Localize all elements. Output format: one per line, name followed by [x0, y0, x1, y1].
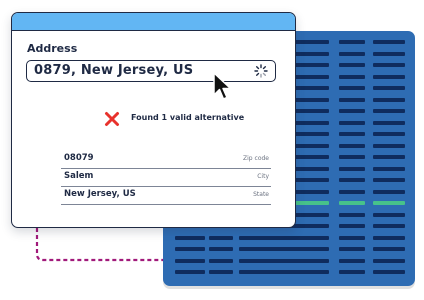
- grid-cell: [209, 247, 233, 251]
- grid-cell: [339, 51, 365, 56]
- grid-cell: [209, 258, 233, 263]
- grid-cell: [373, 212, 405, 217]
- grid-cell: [373, 224, 405, 228]
- grid-cell: [339, 166, 365, 171]
- grid-cell: [175, 270, 205, 274]
- grid-cell: [239, 247, 329, 251]
- grid-cell: [373, 51, 405, 56]
- result-row-zip[interactable]: 08079 Zip code: [61, 152, 271, 169]
- grid-cell: [339, 120, 365, 125]
- address-card: Address 0879, New Jersey, US Found 1 val…: [11, 12, 296, 228]
- grid-cell: [373, 155, 405, 159]
- grid-cell: [373, 189, 405, 194]
- result-type: Zip code: [243, 155, 269, 162]
- grid-cell: [373, 143, 405, 148]
- grid-cell: [373, 201, 405, 205]
- grid-cell: [373, 63, 405, 67]
- result-type: State: [253, 191, 269, 198]
- grid-cell: [339, 109, 365, 113]
- grid-row: [163, 247, 415, 251]
- grid-row: [163, 270, 415, 274]
- grid-cell: [373, 120, 405, 125]
- grid-cell: [339, 258, 365, 263]
- card-header-bar: [12, 13, 295, 31]
- result-row-city[interactable]: Salem City: [61, 170, 271, 187]
- result-value: 08079: [64, 153, 94, 163]
- result-value: New Jersey, US: [64, 189, 136, 199]
- grid-cell: [339, 212, 365, 217]
- grid-cell: [209, 235, 233, 240]
- result-value: Salem: [64, 171, 94, 181]
- result-row-state[interactable]: New Jersey, US State: [61, 188, 271, 205]
- grid-cell: [373, 258, 405, 263]
- cursor-arrow-icon: [213, 72, 232, 100]
- grid-cell: [373, 235, 405, 240]
- grid-cell: [339, 74, 365, 79]
- grid-cell: [175, 235, 205, 240]
- grid-cell: [373, 270, 405, 274]
- grid-cell: [239, 258, 329, 263]
- grid-cell: [239, 235, 329, 240]
- grid-cell: [373, 247, 405, 251]
- grid-cell: [339, 63, 365, 67]
- grid-cell: [339, 178, 365, 182]
- grid-cell: [339, 189, 365, 194]
- grid-cell: [339, 235, 365, 240]
- grid-cell: [339, 155, 365, 159]
- result-type: City: [257, 173, 269, 180]
- grid-cell: [373, 166, 405, 171]
- grid-cell: [339, 86, 365, 90]
- grid-cell: [175, 247, 205, 251]
- address-input[interactable]: 0879, New Jersey, US: [26, 60, 276, 82]
- grid-cell: [339, 201, 365, 205]
- address-input-value[interactable]: 0879, New Jersey, US: [34, 63, 193, 78]
- grid-cell: [209, 270, 233, 274]
- x-mark-icon: [105, 112, 119, 126]
- grid-cell: [373, 132, 405, 136]
- grid-cell: [175, 258, 205, 263]
- grid-cell: [339, 247, 365, 251]
- grid-cell: [339, 97, 365, 102]
- grid-cell: [339, 143, 365, 148]
- grid-cell: [373, 74, 405, 79]
- grid-cell: [373, 178, 405, 182]
- grid-row: [163, 258, 415, 263]
- grid-cell: [239, 270, 329, 274]
- grid-cell: [373, 109, 405, 113]
- grid-row: [163, 235, 415, 240]
- grid-cell: [373, 86, 405, 90]
- grid-cell: [339, 224, 365, 228]
- address-label: Address: [27, 42, 78, 55]
- spinner-icon: [254, 64, 268, 78]
- grid-cell: [339, 40, 365, 44]
- status-message: Found 1 valid alternative: [131, 113, 245, 122]
- grid-cell: [339, 270, 365, 274]
- grid-cell: [373, 40, 405, 44]
- grid-cell: [373, 97, 405, 102]
- grid-cell: [339, 132, 365, 136]
